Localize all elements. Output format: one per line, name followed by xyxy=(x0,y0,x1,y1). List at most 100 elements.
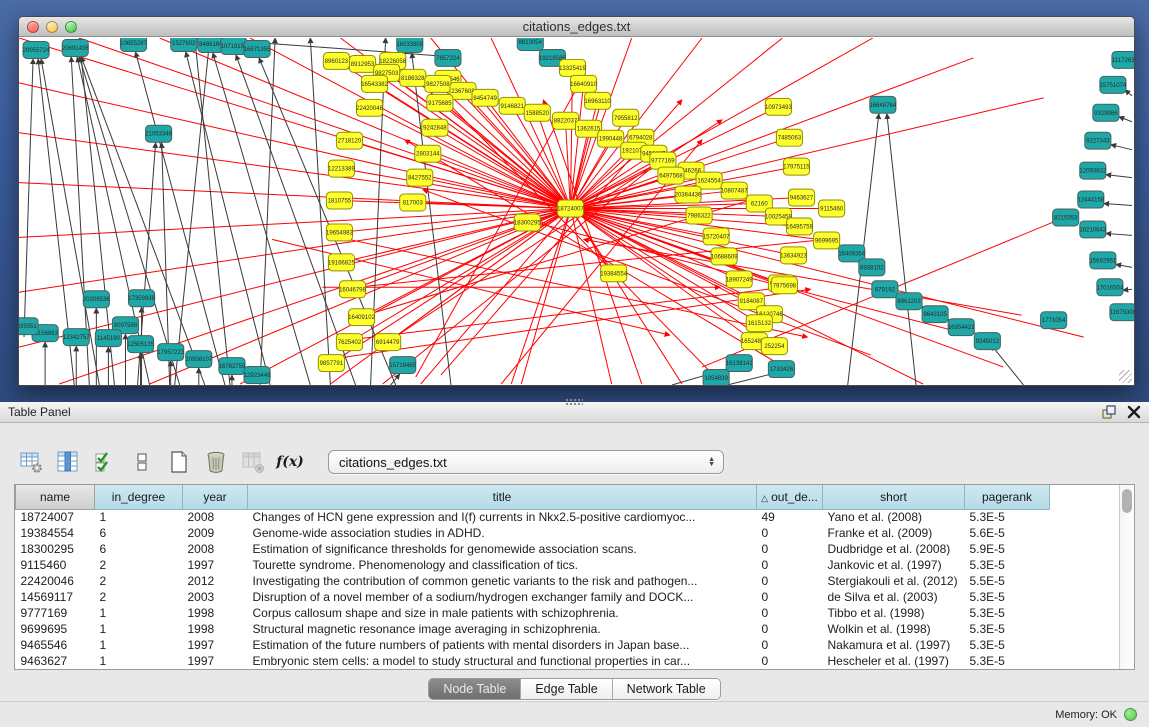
graph-node[interactable]: 15692951 xyxy=(1089,252,1116,269)
citation-edge-red[interactable] xyxy=(388,209,571,343)
graph-node[interactable]: 8961203 xyxy=(896,293,922,310)
table-cell[interactable]: 1998 xyxy=(183,621,248,637)
citation-edge-red[interactable] xyxy=(19,183,570,209)
graph-node[interactable]: 7975698 xyxy=(771,277,797,294)
table-cell[interactable]: 1 xyxy=(95,509,183,525)
table-cell[interactable]: Yano et al. (2008) xyxy=(823,509,965,525)
memory-ok-indicator[interactable] xyxy=(1124,708,1137,721)
graph-node[interactable]: 10973493 xyxy=(765,98,792,115)
graph-node[interactable]: 8215953 xyxy=(1053,209,1079,226)
table-row[interactable]: 1456911722003Disruption of a novel membe… xyxy=(16,589,1050,605)
tab-edge-table[interactable]: Edge Table xyxy=(521,679,612,699)
table-cell[interactable]: Corpus callosum shape and size in male p… xyxy=(248,605,757,621)
table-row[interactable]: 911546021997Tourette syndrome. Phenomeno… xyxy=(16,557,1050,573)
citation-edge-black[interactable] xyxy=(195,38,230,385)
graph-node[interactable]: 17975115 xyxy=(783,158,810,175)
table-row[interactable]: 1830029562008Estimation of significance … xyxy=(16,541,1050,557)
table-cell[interactable]: Structural magnetic resonance image aver… xyxy=(248,621,757,637)
graph-node[interactable]: 18300295 xyxy=(514,214,541,231)
panel-splitter-handle[interactable] xyxy=(565,398,583,405)
table-cell[interactable]: 5.6E-5 xyxy=(965,525,1050,541)
graph-node[interactable]: 8822037 xyxy=(552,112,578,129)
table-cell[interactable]: Dudbridge et al. (2008) xyxy=(823,541,965,557)
graph-node[interactable]: 17016504 xyxy=(1096,279,1123,296)
table-cell[interactable]: 22420046 xyxy=(16,573,95,589)
zoom-window-button[interactable] xyxy=(65,21,77,33)
table-cell[interactable]: 9777169 xyxy=(16,605,95,621)
graph-node[interactable]: 1145190 xyxy=(95,330,121,347)
graph-node[interactable]: 6914479 xyxy=(375,334,401,351)
citation-edge-red[interactable] xyxy=(19,209,570,293)
graph-node[interactable]: 17359939 xyxy=(128,290,155,307)
graph-node[interactable]: 15751074 xyxy=(1100,76,1127,93)
row-height-icon[interactable] xyxy=(129,449,155,475)
citation-edge-red[interactable] xyxy=(357,239,826,287)
graph-node[interactable]: 9242848 xyxy=(422,119,448,136)
citation-edge-red[interactable] xyxy=(445,100,722,384)
graph-node[interactable]: 8454749 xyxy=(472,89,498,106)
table-cell[interactable]: 0 xyxy=(757,573,823,589)
citation-edge-black[interactable] xyxy=(186,52,270,385)
new-table-icon[interactable] xyxy=(166,449,192,475)
table-vertical-scrollbar[interactable] xyxy=(1119,485,1134,669)
graph-node[interactable]: 16954421 xyxy=(948,319,975,336)
graph-node[interactable]: 1624554 xyxy=(696,172,722,189)
table-cell[interactable]: 0 xyxy=(757,525,823,541)
graph-node[interactable]: 16033809 xyxy=(396,38,423,52)
table-row[interactable]: 977716911998Corpus callosum shape and si… xyxy=(16,605,1050,621)
table-cell[interactable]: 0 xyxy=(757,653,823,669)
graph-node[interactable]: 1615132 xyxy=(746,315,772,332)
graph-node[interactable]: 8813054 xyxy=(517,38,543,50)
graph-node[interactable]: 15720407 xyxy=(703,228,730,245)
citation-edge-black[interactable] xyxy=(1111,145,1132,150)
citation-edge-red[interactable] xyxy=(19,209,570,348)
modify-table-icon[interactable] xyxy=(18,449,44,475)
citation-edge-black[interactable] xyxy=(310,38,330,385)
table-cell[interactable]: Tourette syndrome. Phenomenology and cla… xyxy=(248,557,757,573)
table-cell[interactable]: 5.3E-5 xyxy=(965,621,1050,637)
citation-edge-black[interactable] xyxy=(991,345,1023,385)
graph-node[interactable]: 9699695 xyxy=(814,232,840,249)
table-cell[interactable]: Nakamura et al. (1997) xyxy=(823,637,965,653)
table-cell[interactable]: 2 xyxy=(95,573,183,589)
table-cell[interactable]: Estimation of significance thresholds fo… xyxy=(248,541,757,557)
table-cell[interactable]: Franke et al. (2009) xyxy=(823,525,965,541)
graph-node[interactable]: 7955812 xyxy=(613,109,639,126)
column-header-name[interactable]: name xyxy=(16,485,95,509)
graph-node[interactable]: 8427552 xyxy=(407,169,433,186)
scrollbar-thumb[interactable] xyxy=(1122,489,1132,513)
graph-node[interactable]: 12093832 xyxy=(1079,162,1106,179)
graph-node[interactable]: 15718485 xyxy=(389,357,416,374)
table-cell[interactable]: Disruption of a novel member of a sodium… xyxy=(248,589,757,605)
graph-node[interactable]: 9175685 xyxy=(427,94,453,111)
table-cell[interactable]: 1 xyxy=(95,653,183,669)
table-cell[interactable]: Changes of HCN gene expression and I(f) … xyxy=(248,509,757,525)
graph-node[interactable]: 12505135 xyxy=(127,336,154,353)
graph-node[interactable]: 1527602 xyxy=(171,38,197,51)
table-cell[interactable]: 5.3E-5 xyxy=(965,509,1050,525)
table-cell[interactable]: 9463627 xyxy=(16,653,95,669)
close-window-button[interactable] xyxy=(27,21,39,33)
citation-edge-black[interactable] xyxy=(1116,264,1132,267)
citation-edge-black[interactable] xyxy=(1106,233,1132,235)
table-row[interactable]: 946362711997Embryonic stem cells: a mode… xyxy=(16,653,1050,669)
graph-node[interactable]: 9329966 xyxy=(1093,104,1119,121)
graph-node[interactable]: 16138141 xyxy=(726,355,753,372)
table-cell[interactable]: Jankovic et al. (1997) xyxy=(823,557,965,573)
citation-edge-black[interactable] xyxy=(1104,204,1132,206)
citation-edge-red[interactable] xyxy=(19,209,570,238)
table-row[interactable]: 1872400712008Changes of HCN gene express… xyxy=(16,509,1050,525)
table-cell[interactable]: 9465546 xyxy=(16,637,95,653)
table-cell[interactable]: Investigating the contribution of common… xyxy=(248,573,757,589)
graph-node[interactable]: 13325419 xyxy=(559,59,586,76)
table-cell[interactable]: 2012 xyxy=(183,573,248,589)
delete-table-icon[interactable] xyxy=(203,449,229,475)
graph-node[interactable]: 8938102 xyxy=(859,259,885,276)
graph-node[interactable]: 12213389 xyxy=(328,160,355,177)
graph-node[interactable]: 20364436 xyxy=(675,186,702,203)
network-view-window[interactable]: citations_edges.txt 20055724206914061065… xyxy=(18,16,1135,386)
graph-node[interactable]: 10807487 xyxy=(721,182,748,199)
graph-node[interactable]: 8186328 xyxy=(400,69,426,86)
graph-node[interactable]: 20691406 xyxy=(62,39,89,56)
graph-node[interactable]: 9857791 xyxy=(318,355,344,372)
